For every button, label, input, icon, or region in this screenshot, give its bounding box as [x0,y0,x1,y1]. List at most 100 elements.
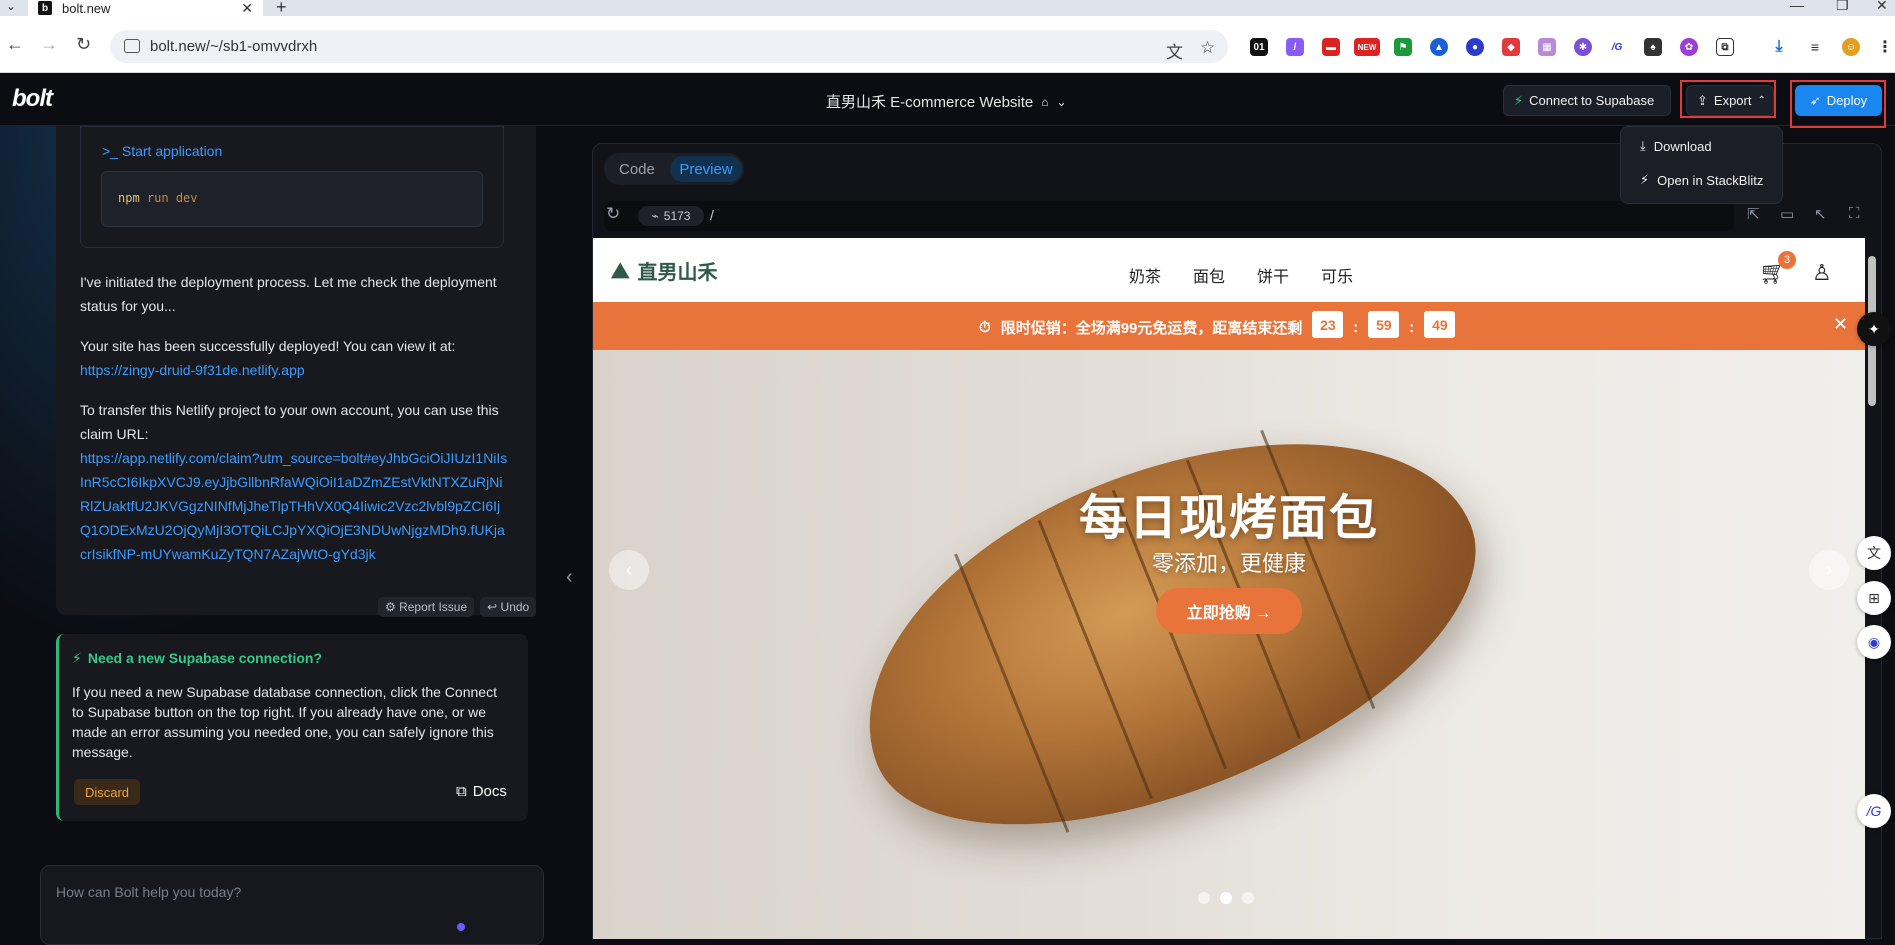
profile-avatar-icon[interactable]: ☺ [1842,38,1860,56]
extension-ag-icon[interactable]: /G [1608,38,1626,56]
back-icon[interactable]: ← [6,34,24,55]
nav-link-milk-tea[interactable]: 奶茶 [1129,263,1161,287]
reload-icon[interactable]: ↻ [76,34,91,55]
minimize-window-icon[interactable]: — [1790,0,1804,13]
fullscreen-icon[interactable]: ⛶ [1849,205,1860,222]
extension-gear-icon[interactable]: ✱ [1574,38,1592,56]
export-highlight-box [1680,80,1776,118]
extension-01-icon[interactable]: 01 [1250,38,1268,56]
stackblitz-label: Open in StackBlitz [1657,172,1764,188]
chat-message-deployed: Your site has been successfully deployed… [80,334,510,382]
user-icon[interactable]: ♙ [1812,260,1832,286]
url-text: bolt.new/~/sb1-omvvdrxh [150,38,318,55]
command-keyword: npm [118,191,140,205]
apps-grid-icon[interactable]: ⊞ [1857,581,1891,615]
ag-float-icon[interactable]: /G [1857,794,1891,828]
timer-icon: ⏱ [979,319,991,336]
browser-menu-icon[interactable]: ⋮ [1876,38,1894,56]
restore-window-icon[interactable]: ❐ [1836,0,1849,14]
extension-flag-icon[interactable]: ⚑ [1394,38,1412,56]
promo-text: 限时促销：全场满99元免运费，距离结束还剩 [1000,320,1303,337]
nav-link-bread[interactable]: 面包 [1193,263,1225,287]
port-selector[interactable]: ⌁ 5173 [638,206,704,226]
chat-message-claim: To transfer this Netlify project to your… [80,398,510,566]
countdown-seconds: 49 [1424,311,1456,338]
supabase-bolt-icon: ⚡ [1514,92,1524,108]
promo-content: ⏱ 限时促销：全场满99元免运费，距离结束还剩 23 : 59 : 49 [979,311,1456,338]
close-promo-icon[interactable]: ✕ [1833,314,1848,335]
extension-cube-icon[interactable]: ◆ [1502,38,1520,56]
open-new-window-icon[interactable]: ⇱ [1747,205,1760,223]
carousel-dot-3[interactable] [1242,892,1254,904]
start-application-label: Start application [121,143,223,159]
undo-label: Undo [500,600,530,614]
device-preview-icon[interactable]: ▭ [1780,205,1794,223]
bolt-icon: ⚡ [1640,172,1650,187]
preview-path-input[interactable]: / [710,207,714,223]
preview-url-bar [604,201,1734,231]
translate-icon[interactable]: 文 [1166,38,1183,63]
extension-triangle-icon[interactable]: ▲ [1430,38,1448,56]
tab-preview[interactable]: Preview [670,156,742,182]
project-title[interactable]: 直男山禾 E-commerce Website ⌂ ⌄ [826,91,1067,112]
status-dot [457,923,465,931]
nav-link-cola[interactable]: 可乐 [1321,263,1353,287]
buy-now-button[interactable]: 立即抢购 → [1156,588,1302,634]
downloads-icon[interactable]: ⤓ [1770,38,1788,56]
plug-icon: ⌁ [651,209,659,223]
translate-float-icon[interactable]: 文 [1857,536,1891,570]
forward-icon[interactable]: → [40,34,58,55]
cart-count-badge: 3 [1778,251,1796,269]
nav-link-biscuits[interactable]: 饼干 [1257,263,1289,287]
export-stackblitz-item[interactable]: ⚡ Open in StackBlitz [1640,172,1763,188]
download-label: Download [1653,138,1712,154]
countdown-hours: 23 [1312,311,1344,338]
report-issue-label: Report Issue [399,600,468,614]
bookmark-star-icon[interactable]: ☆ [1200,38,1215,58]
site-info-icon[interactable] [124,39,140,53]
site-brand[interactable]: ⛰ 直男山禾 [611,256,717,285]
carousel-dot-2[interactable] [1220,892,1232,904]
undo-button[interactable]: ↩ Undo [480,597,537,617]
prompt-input[interactable] [40,865,544,945]
address-bar[interactable]: bolt.new/~/sb1-omvvdrxh 文 ☆ [110,30,1228,63]
extension-red-icon[interactable]: ▬ [1322,38,1340,56]
claim-text: To transfer this Netlify project to your… [80,402,499,442]
close-tab-icon[interactable]: ✕ [241,0,253,17]
sparkle-assistant-icon[interactable]: ✦ [1857,312,1891,346]
supabase-title-text: Need a new Supabase connection? [87,650,323,666]
extension-hat-icon[interactable]: ♠ [1644,38,1662,56]
reading-list-icon[interactable]: ≡ [1806,38,1824,56]
extension-new-icon[interactable]: NEW [1354,38,1380,56]
start-application-step[interactable]: >_ Start application [102,143,222,159]
claim-url-link[interactable]: https://app.netlify.com/claim?utm_source… [80,450,507,562]
extensions-puzzle-icon[interactable]: ⧉ [1716,38,1734,56]
export-download-item[interactable]: ⤓ Download [1640,138,1712,154]
terminal-icon: >_ [102,143,118,159]
discard-button[interactable]: Discard [74,779,140,805]
extension-image-icon[interactable]: ▦ [1538,38,1556,56]
report-issue-button[interactable]: ⚙ Report Issue [378,597,475,617]
collapse-panel-icon[interactable]: ‹ [566,566,573,589]
carousel-next-icon[interactable]: › [1809,550,1849,590]
extension-brain-icon[interactable]: ✿ [1680,38,1698,56]
extension-face-icon[interactable]: ● [1466,38,1484,56]
tab-list-chevron-icon[interactable]: ⌄ [6,0,16,13]
assistant-face-icon[interactable]: ◉ [1857,625,1891,659]
deployed-text: Your site has been successfully deployed… [80,338,456,354]
preview-reload-icon[interactable]: ↻ [606,204,620,224]
hanger-logo-icon: ⛰ [611,257,630,283]
carousel-prev-icon[interactable]: ‹ [609,550,649,590]
connect-supabase-label: Connect to Supabase [1529,93,1655,108]
carousel-dot-1[interactable] [1198,892,1210,904]
browser-tab[interactable]: b bolt.new ✕ [28,0,263,16]
extension-pen-icon[interactable]: / [1286,38,1304,56]
inspect-cursor-icon[interactable]: ↖ [1814,205,1827,223]
tab-code[interactable]: Code [619,161,655,178]
close-window-icon[interactable]: ✕ [1876,0,1888,14]
bolt-logo[interactable]: bolt [12,85,53,113]
deployed-site-link[interactable]: https://zingy-druid-9f31de.netlify.app [80,362,305,378]
docs-link[interactable]: ⧉ Docs [456,783,507,800]
connect-supabase-button[interactable]: ⚡ Connect to Supabase [1503,85,1671,116]
site-brand-text: 直男山禾 [637,262,718,284]
